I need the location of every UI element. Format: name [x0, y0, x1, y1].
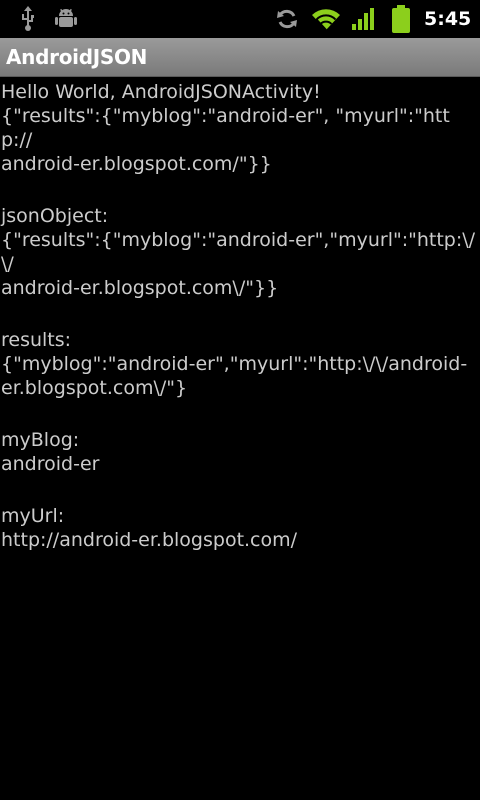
signal-icon	[350, 0, 378, 38]
clock-time: 5:45	[424, 8, 472, 30]
myblog-label: myBlog:	[1, 429, 80, 451]
battery-icon	[390, 0, 412, 38]
myurl-label: myUrl:	[1, 505, 65, 527]
myblog-value: android-er	[1, 453, 100, 475]
wifi-icon	[308, 0, 344, 38]
json-object-value: android-er.blogspot.com\/"}}	[1, 277, 279, 299]
sync-icon	[272, 0, 302, 38]
results-value: er.blogspot.com\/"}	[1, 377, 188, 399]
debug-icon	[52, 0, 80, 38]
app-title-bar: AndroidJSON	[0, 38, 480, 77]
status-bar: 5:45	[0, 0, 480, 38]
raw-json-line: android-er.blogspot.com/"}}	[1, 153, 272, 175]
content-area: Hello World, AndroidJSONActivity! {"resu…	[0, 76, 480, 800]
usb-icon	[16, 0, 40, 38]
json-object-label: jsonObject:	[1, 205, 109, 227]
results-label: results:	[1, 329, 72, 351]
myurl-value: http://android-er.blogspot.com/	[1, 529, 298, 551]
results-value: {"myblog":"android-er","myurl":"http:\/\…	[1, 353, 468, 375]
hello-text: Hello World, AndroidJSONActivity!	[1, 81, 321, 103]
app-title: AndroidJSON	[6, 45, 148, 69]
raw-json-line: {"results":{"myblog":"android-er", "myur…	[1, 105, 450, 151]
json-object-value: {"results":{"myblog":"android-er","myurl…	[1, 229, 476, 275]
